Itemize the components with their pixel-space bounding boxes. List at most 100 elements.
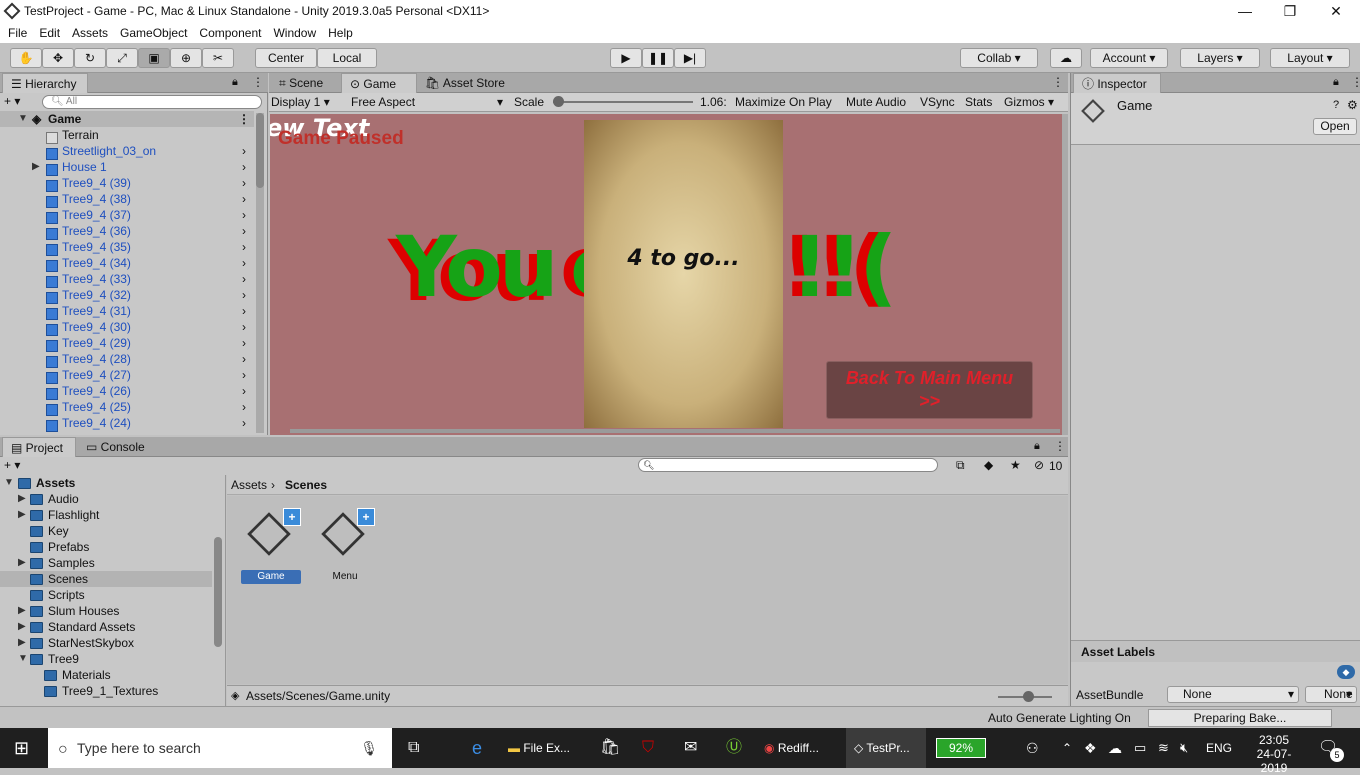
hierarchy-item[interactable]: Tree9_4 (32) › <box>0 287 254 304</box>
step-button[interactable]: ▶| <box>674 48 706 68</box>
menu-assets[interactable]: Assets <box>66 25 114 42</box>
chevron-right-icon[interactable]: › <box>242 191 246 207</box>
microphone-icon[interactable]: 🎙︎ <box>360 728 378 768</box>
game-view-vscroll[interactable] <box>1062 114 1068 435</box>
wifi-icon[interactable]: ≋ <box>1158 728 1169 768</box>
folder-item[interactable]: ▼ Tree9 <box>0 651 212 667</box>
hierarchy-item[interactable]: Tree9_4 (33) › <box>0 271 254 288</box>
hierarchy-item[interactable]: Tree9_4 (25) › <box>0 399 254 416</box>
mute-audio-toggle[interactable]: Mute Audio <box>846 95 906 109</box>
scale-slider-thumb[interactable] <box>553 96 564 107</box>
back-to-main-menu-button[interactable]: Back To Main Menu >> <box>826 361 1033 419</box>
hierarchy-item[interactable]: Tree9_4 (38) › <box>0 191 254 208</box>
chevron-right-icon[interactable]: › <box>242 175 246 191</box>
inspector-menu-icon[interactable]: ⋮ <box>1351 75 1360 89</box>
hierarchy-item[interactable]: Tree9_4 (24) › <box>0 415 254 432</box>
chevron-right-icon[interactable]: › <box>242 415 246 431</box>
menu-edit[interactable]: Edit <box>33 25 66 42</box>
tab-inspector[interactable]: ⓘ Inspector <box>1073 73 1161 93</box>
gizmos-dropdown[interactable]: Gizmos ▾ <box>1004 95 1054 109</box>
hidden-packages-icon[interactable]: ⊘ <box>1034 458 1044 472</box>
hand-tool-icon[interactable]: ✋ <box>10 48 42 68</box>
expand-arrow-icon[interactable]: ▶ <box>18 603 26 619</box>
maximize-button[interactable]: ❐ <box>1267 0 1313 24</box>
mcafee-icon[interactable]: ⛉ <box>642 728 654 768</box>
hierarchy-item[interactable]: Tree9_4 (31) › <box>0 303 254 320</box>
project-search-input[interactable]: 🔍︎ <box>638 458 938 472</box>
hierarchy-item[interactable]: Tree9_4 (34) › <box>0 255 254 272</box>
folder-item[interactable]: ▶ Audio <box>0 491 212 507</box>
icon-size-slider-thumb[interactable] <box>1023 691 1034 702</box>
scale-tool-icon[interactable]: ⤢ <box>106 48 138 68</box>
search-by-label-icon[interactable]: ◆ <box>984 458 993 472</box>
layers-dropdown[interactable]: Layers ▾ <box>1180 48 1260 68</box>
close-button[interactable]: ✕ <box>1313 0 1359 24</box>
folder-item[interactable]: Materials <box>0 667 212 683</box>
play-button[interactable]: ▶ <box>610 48 642 68</box>
pause-button[interactable]: ❚❚ <box>642 48 674 68</box>
volume-muted-icon[interactable]: 🔇︎ <box>1180 728 1188 768</box>
stats-toggle[interactable]: Stats <box>965 95 992 109</box>
upwork-icon[interactable]: Ⓤ <box>726 728 742 768</box>
layout-dropdown[interactable]: Layout ▾ <box>1270 48 1350 68</box>
menu-component[interactable]: Component <box>193 25 267 42</box>
bake-progress[interactable]: Preparing Bake... <box>1148 709 1332 727</box>
chevron-right-icon[interactable]: › <box>242 287 246 303</box>
vsync-toggle[interactable]: VSync <box>920 95 955 109</box>
asset-menu-scene[interactable]: + Menu <box>315 508 375 584</box>
folder-item[interactable]: Scenes <box>0 571 212 587</box>
asset-game-scene[interactable]: + Game <box>241 508 301 584</box>
game-view[interactable]: ew Text Game Paused You You ed it !!( ed… <box>270 114 1064 435</box>
collab-button[interactable]: Collab ▾ <box>960 48 1038 68</box>
project-lock-icon[interactable]: 🔒︎ <box>1034 440 1040 453</box>
account-dropdown[interactable]: Account ▾ <box>1090 48 1168 68</box>
windows-start-icon[interactable]: ⊞ <box>14 728 29 768</box>
tab-game[interactable]: ⊙ Game <box>341 73 417 93</box>
folder-item[interactable]: Tree9_1_Textures <box>0 683 212 699</box>
chevron-right-icon[interactable]: › <box>242 367 246 383</box>
expand-arrow-icon[interactable]: ▶ <box>18 491 26 507</box>
task-view-icon[interactable]: ⧉ <box>408 728 419 768</box>
menu-window[interactable]: Window <box>267 25 322 42</box>
hierarchy-search-input[interactable]: 🔍︎ All <box>42 95 262 109</box>
language-indicator[interactable]: ENG <box>1206 728 1232 768</box>
folder-tree-scrollbar[interactable] <box>214 537 222 647</box>
pivot-local-button[interactable]: Local <box>317 48 377 68</box>
chevron-right-icon[interactable]: › <box>242 255 246 271</box>
transform-tool-icon[interactable]: ⊕ <box>170 48 202 68</box>
hierarchy-item[interactable]: Tree9_4 (39) › <box>0 175 254 192</box>
folder-item[interactable]: Prefabs <box>0 539 212 555</box>
tab-asset-store[interactable]: 🛍︎ Asset Store <box>417 73 517 93</box>
taskbar-chrome[interactable]: ◉ Rediff... <box>764 728 842 768</box>
expand-arrow-icon[interactable]: ▶ <box>18 619 26 635</box>
chevron-right-icon[interactable]: › <box>242 239 246 255</box>
hierarchy-scrollbar[interactable] <box>256 113 264 433</box>
assets-root[interactable]: ▼ Assets <box>0 475 225 491</box>
chevron-right-icon[interactable]: › <box>242 351 246 367</box>
minimize-button[interactable]: — <box>1222 0 1268 24</box>
chevron-right-icon[interactable]: › <box>242 319 246 335</box>
chevron-right-icon[interactable]: › <box>242 383 246 399</box>
taskbar-search-box[interactable]: ○ Type here to search 🎙︎ <box>48 728 392 768</box>
chevron-right-icon[interactable]: › <box>242 399 246 415</box>
folder-item[interactable]: ▶ Slum Houses <box>0 603 212 619</box>
folder-item[interactable]: Scripts <box>0 587 212 603</box>
display-dropdown[interactable]: Display 1 ▾ <box>271 95 347 109</box>
taskbar-file-explorer[interactable]: ▬ File Ex... <box>508 728 590 768</box>
menu-gameobject[interactable]: GameObject <box>114 25 193 42</box>
move-tool-icon[interactable]: ✥ <box>42 48 74 68</box>
chevron-right-icon[interactable]: › <box>242 303 246 319</box>
favorites-star-icon[interactable]: ★ <box>1010 458 1021 472</box>
expand-arrow-icon[interactable]: ▶ <box>18 555 26 571</box>
breadcrumb-current[interactable]: Scenes <box>285 478 327 492</box>
inspector-lock-icon[interactable]: 🔒︎ <box>1333 76 1339 89</box>
hierarchy-item[interactable]: Tree9_4 (28) › <box>0 351 254 368</box>
chevron-right-icon[interactable]: › <box>242 159 246 175</box>
store-icon[interactable]: 🛍︎ <box>600 728 620 768</box>
chevron-right-icon[interactable]: › <box>242 271 246 287</box>
hierarchy-item[interactable]: Tree9_4 (27) › <box>0 367 254 384</box>
expand-arrow-icon[interactable]: ▶ <box>18 635 26 651</box>
expand-arrow-icon[interactable]: ▼ <box>18 651 28 667</box>
expand-arrow-icon[interactable]: ▼ <box>4 475 14 491</box>
hierarchy-item[interactable]: Tree9_4 (37) › <box>0 207 254 224</box>
